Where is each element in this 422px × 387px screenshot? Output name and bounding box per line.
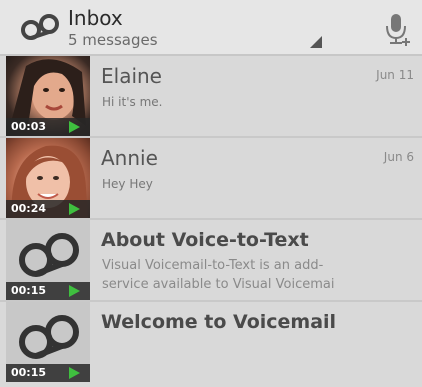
message-date: Jun 6 <box>383 150 414 164</box>
play-icon[interactable] <box>69 203 80 215</box>
list-item[interactable]: 00:15 Welcome to Voicemail <box>0 302 422 384</box>
preview-line-2: service available to Visual Voicemai <box>102 277 335 292</box>
play-icon[interactable] <box>69 367 80 379</box>
message-count: 5 messages <box>68 31 158 49</box>
list-item[interactable]: 00:24 Annie Hey Hey Jun 6 <box>0 138 422 220</box>
preview-line-1: Visual Voicemail-to-Text is an add- <box>102 258 324 273</box>
duration: 00:15 <box>11 284 47 297</box>
duration: 00:24 <box>11 202 47 215</box>
list-item[interactable]: 00:03 Elaine Hi it's me. Jun 11 <box>0 56 422 138</box>
avatar[interactable]: 00:15 <box>6 220 90 300</box>
page-title: Inbox <box>68 6 123 30</box>
corner-triangle-icon[interactable] <box>310 36 322 48</box>
contact-name: Elaine <box>101 64 162 88</box>
play-icon[interactable] <box>69 121 80 133</box>
voicemail-icon <box>21 14 59 40</box>
avatar[interactable]: 00:03 <box>6 56 90 136</box>
message-preview: Hey Hey <box>102 177 153 191</box>
inbox-header[interactable]: Inbox 5 messages <box>0 0 422 56</box>
duration: 00:15 <box>11 366 47 379</box>
contact-name: Annie <box>101 146 158 170</box>
play-icon[interactable] <box>69 285 80 297</box>
message-title: About Voice-to-Text <box>101 229 309 251</box>
voicemail-app: Inbox 5 messages 00:03 Elaine Hi it's me… <box>0 0 422 387</box>
message-preview: Visual Voicemail-to-Text is an add- serv… <box>102 256 374 294</box>
message-title: Welcome to Voicemail <box>101 311 337 333</box>
avatar[interactable]: 00:15 <box>6 302 90 382</box>
message-preview: Hi it's me. <box>102 95 163 109</box>
list-item[interactable]: 00:15 About Voice-to-Text Visual Voicema… <box>0 220 422 302</box>
message-date: Jun 11 <box>376 68 414 82</box>
duration: 00:03 <box>11 120 47 133</box>
avatar[interactable]: 00:24 <box>6 138 90 218</box>
mic-add-icon[interactable] <box>384 12 410 48</box>
